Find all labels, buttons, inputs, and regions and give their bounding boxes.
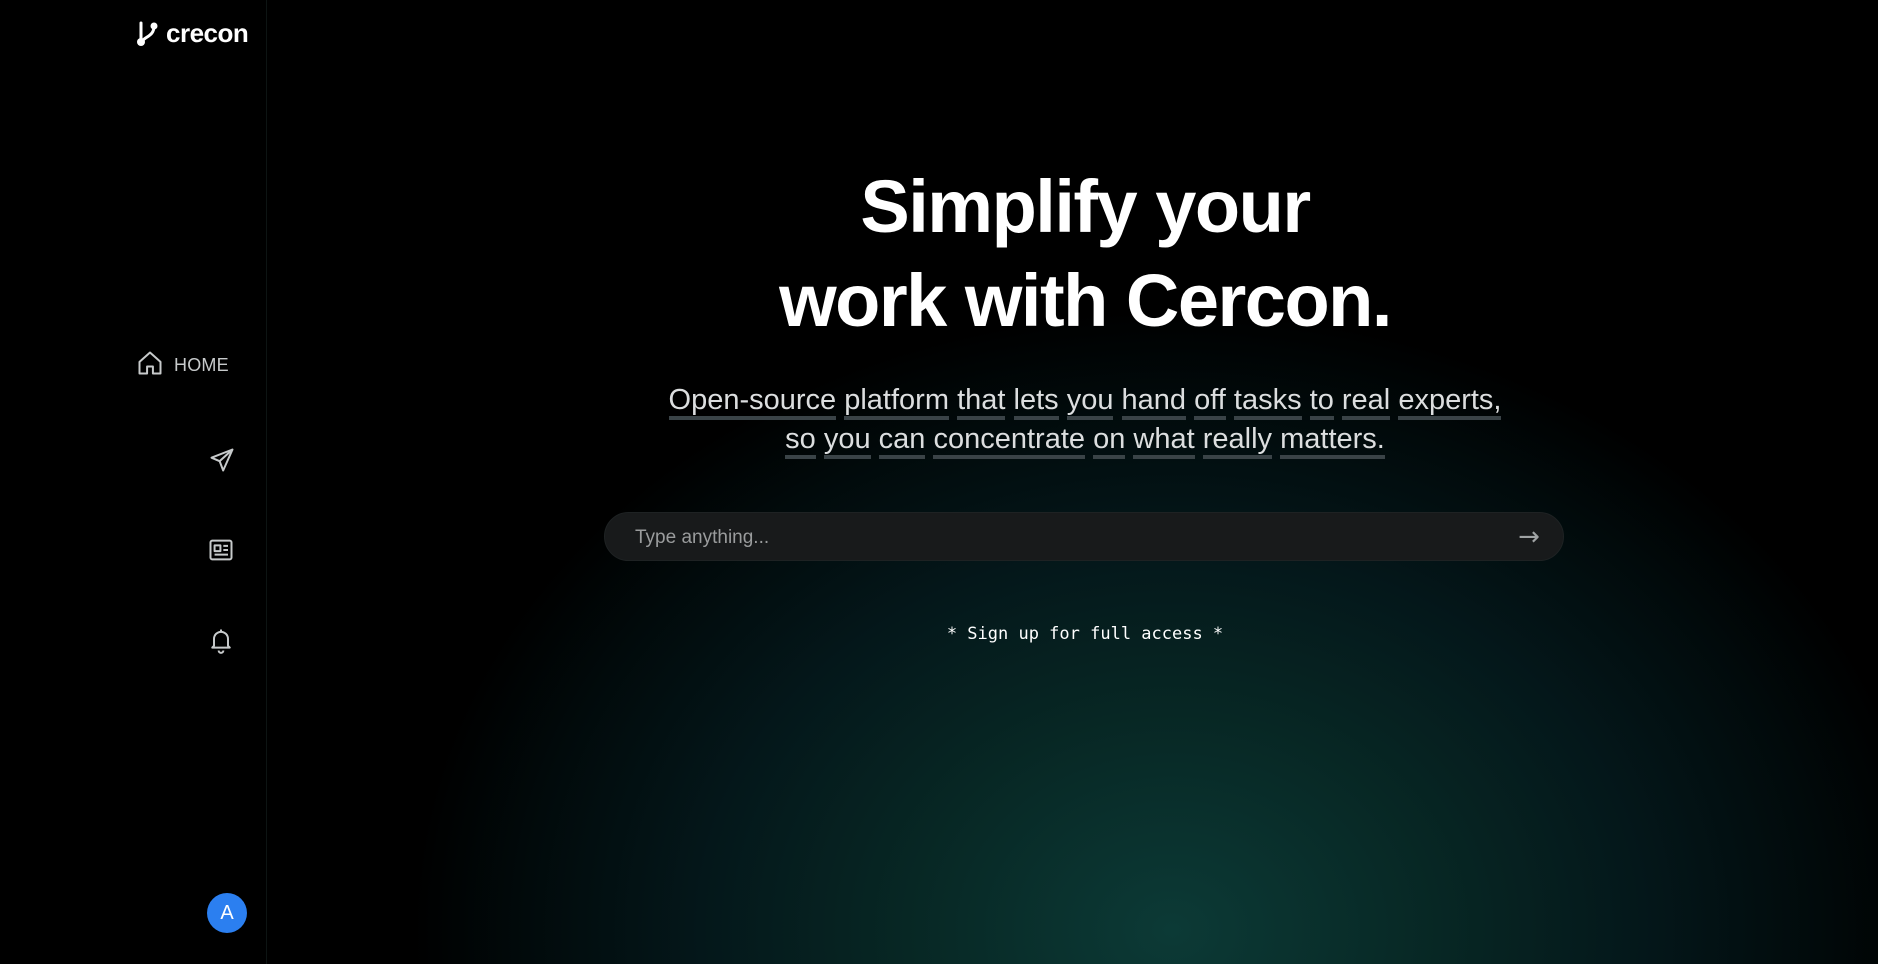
sidebar: crecon HOME A xyxy=(0,0,267,964)
subtitle-word: off xyxy=(1194,384,1226,420)
subtitle-word: you xyxy=(1066,384,1114,420)
subtitle-word: lets xyxy=(1013,384,1059,420)
bell-icon xyxy=(207,629,235,658)
home-icon xyxy=(136,349,164,382)
avatar[interactable]: A xyxy=(207,893,247,933)
subtitle-word: really xyxy=(1202,423,1273,459)
search-bar: → xyxy=(604,512,1564,562)
subtitle-word: experts, xyxy=(1398,384,1502,420)
search-input[interactable] xyxy=(633,513,1497,562)
subtitle-word: so xyxy=(785,423,816,459)
subtitle-word: to xyxy=(1309,384,1334,420)
sidebar-item-news[interactable] xyxy=(207,536,235,569)
hero-subtitle-line-1: Open-source platform that lets you hand … xyxy=(267,381,1878,420)
avatar-letter: A xyxy=(220,901,234,924)
branch-icon xyxy=(136,20,162,48)
page: crecon HOME A Simplify your work with Ce… xyxy=(0,0,1878,964)
subtitle-word: hand xyxy=(1121,384,1187,420)
subtitle-word: that xyxy=(957,384,1006,420)
main-content: Simplify your work with Cercon. Open-sou… xyxy=(267,0,1878,964)
hero-subtitle-line-2: so you can concentrate on what really ma… xyxy=(267,420,1878,459)
subtitle-word: platform xyxy=(844,384,949,420)
send-icon xyxy=(208,448,236,478)
sidebar-item-notifications[interactable] xyxy=(207,626,235,659)
subtitle-word: concentrate xyxy=(933,423,1086,459)
subtitle-word: Open-source xyxy=(668,384,837,420)
hero-subtitle: Open-source platform that lets you hand … xyxy=(267,381,1878,459)
signup-note: * Sign up for full access * xyxy=(946,624,1224,644)
subtitle-word: real xyxy=(1341,384,1391,420)
submit-arrow-button[interactable]: → xyxy=(1513,521,1545,553)
hero-title-line-1: Simplify your xyxy=(860,165,1311,248)
subtitle-word: you xyxy=(823,423,871,459)
subtitle-word: can xyxy=(878,423,926,459)
subtitle-word: tasks xyxy=(1233,384,1302,420)
logo-text: crecon xyxy=(166,18,249,48)
sidebar-item-label: HOME xyxy=(174,355,229,375)
news-icon xyxy=(207,539,235,568)
subtitle-word: what xyxy=(1133,423,1195,459)
hero-title: Simplify your work with Cercon. xyxy=(267,160,1878,348)
subtitle-word: matters. xyxy=(1280,423,1385,459)
sidebar-item-send[interactable] xyxy=(208,446,236,479)
logo[interactable]: crecon xyxy=(136,18,249,49)
sidebar-item-home[interactable]: HOME xyxy=(136,349,229,382)
hero-title-line-2: work with Cercon. xyxy=(779,259,1392,342)
subtitle-word: on xyxy=(1093,423,1126,459)
